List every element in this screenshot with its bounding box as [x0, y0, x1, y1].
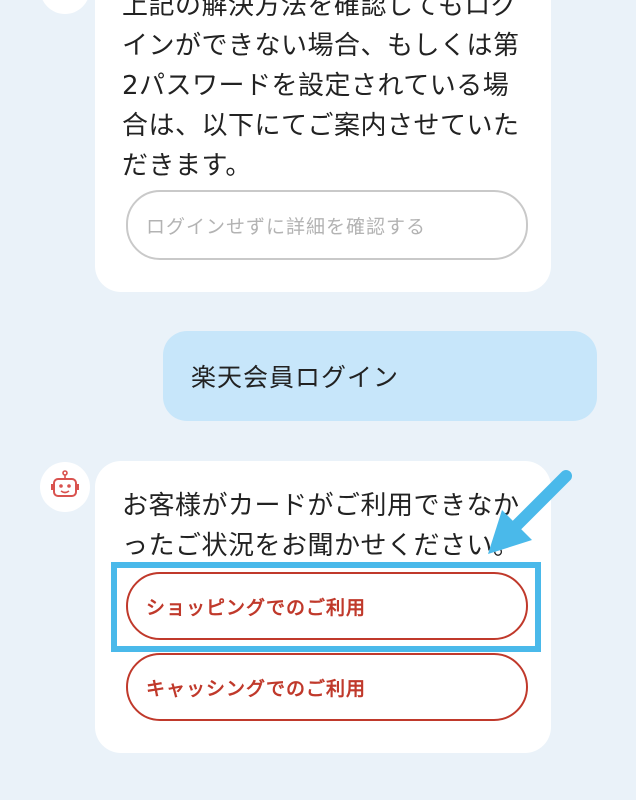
- bot-message-text: 上記の解決方法を確認してもログインができない場合、もしくは第2パスワードを設定さ…: [122, 0, 520, 181]
- robot-icon: [50, 0, 80, 4]
- bot-message-bubble: お客様がカードがご利用できなかったご状況をお聞かせください。 ショッピングでのご…: [95, 461, 551, 753]
- robot-icon: [51, 470, 79, 497]
- shopping-usage-option-button[interactable]: ショッピングでのご利用: [126, 572, 528, 640]
- bot-message-bubble: 上記の解決方法を確認してもログインができない場合、もしくは第2パスワードを設定さ…: [95, 0, 551, 292]
- user-message-bubble: 楽天会員ログイン: [163, 331, 597, 421]
- cashing-usage-option-button[interactable]: キャッシングでのご利用: [126, 653, 528, 721]
- bot-message-text: お客様がカードがご利用できなかったご状況をお聞かせください。: [122, 491, 520, 561]
- view-details-without-login-button[interactable]: ログインせずに詳細を確認する: [126, 190, 528, 260]
- bot-avatar: [40, 0, 90, 14]
- bot-avatar: [40, 462, 90, 512]
- user-message-text: 楽天会員ログイン: [191, 363, 400, 392]
